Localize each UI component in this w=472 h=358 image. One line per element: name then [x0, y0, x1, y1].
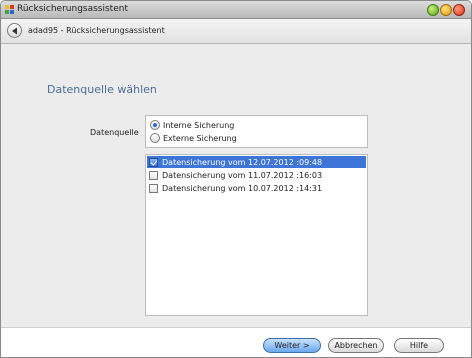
source-label: Datenquelle	[90, 128, 139, 137]
radio-label: Interne Sicherung	[163, 120, 235, 130]
source-radio-group: Interne Sicherung Externe Sicherung	[145, 115, 368, 148]
minimize-button[interactable]	[440, 4, 452, 16]
backup-list-item[interactable]: Datensicherung vom 11.07.2012 :16:03	[147, 169, 366, 181]
title-bar[interactable]: Rücksicherungsassistent	[1, 1, 471, 19]
radio-label: Externe Sicherung	[163, 133, 237, 143]
app-icon	[5, 5, 14, 14]
backup-list-item[interactable]: Datensicherung vom 12.07.2012 :09:48	[147, 156, 366, 168]
radio-button[interactable]	[150, 133, 160, 143]
next-button[interactable]: Weiter >	[263, 338, 321, 353]
help-button[interactable]: Hilfe	[394, 338, 444, 353]
backup-list: Datensicherung vom 12.07.2012 :09:48 Dat…	[145, 154, 368, 316]
backup-checkbox[interactable]	[149, 183, 158, 193]
backup-list-item[interactable]: Datensicherung vom 10.07.2012 :14:31	[147, 182, 366, 194]
back-button[interactable]	[7, 23, 22, 38]
window-title: Rücksicherungsassistent	[17, 4, 128, 14]
breadcrumb: adad95 - Rücksicherungsassistent	[28, 26, 165, 35]
back-arrow-icon	[12, 27, 17, 35]
assistant-window: Rücksicherungsassistent adad95 - Rücksic…	[0, 0, 472, 358]
backup-checkbox[interactable]	[149, 170, 158, 180]
backup-checkbox-checked[interactable]	[149, 157, 158, 167]
backup-label: Datensicherung vom 10.07.2012 :14:31	[162, 183, 323, 193]
backup-label: Datensicherung vom 11.07.2012 :16:03	[162, 170, 323, 180]
backup-label: Datensicherung vom 12.07.2012 :09:48	[162, 157, 323, 167]
navigation-bar: adad95 - Rücksicherungsassistent	[1, 19, 471, 44]
close-button[interactable]	[453, 4, 465, 16]
page-heading: Datenquelle wählen	[47, 83, 157, 96]
wizard-content: Datenquelle wählen Datenquelle Interne S…	[1, 44, 471, 328]
zoom-button[interactable]	[427, 4, 439, 16]
radio-button-selected[interactable]	[150, 120, 160, 130]
radio-external-backup[interactable]: Externe Sicherung	[150, 132, 237, 144]
radio-internal-backup[interactable]: Interne Sicherung	[150, 119, 234, 131]
cancel-button[interactable]: Abbrechen	[328, 338, 384, 353]
